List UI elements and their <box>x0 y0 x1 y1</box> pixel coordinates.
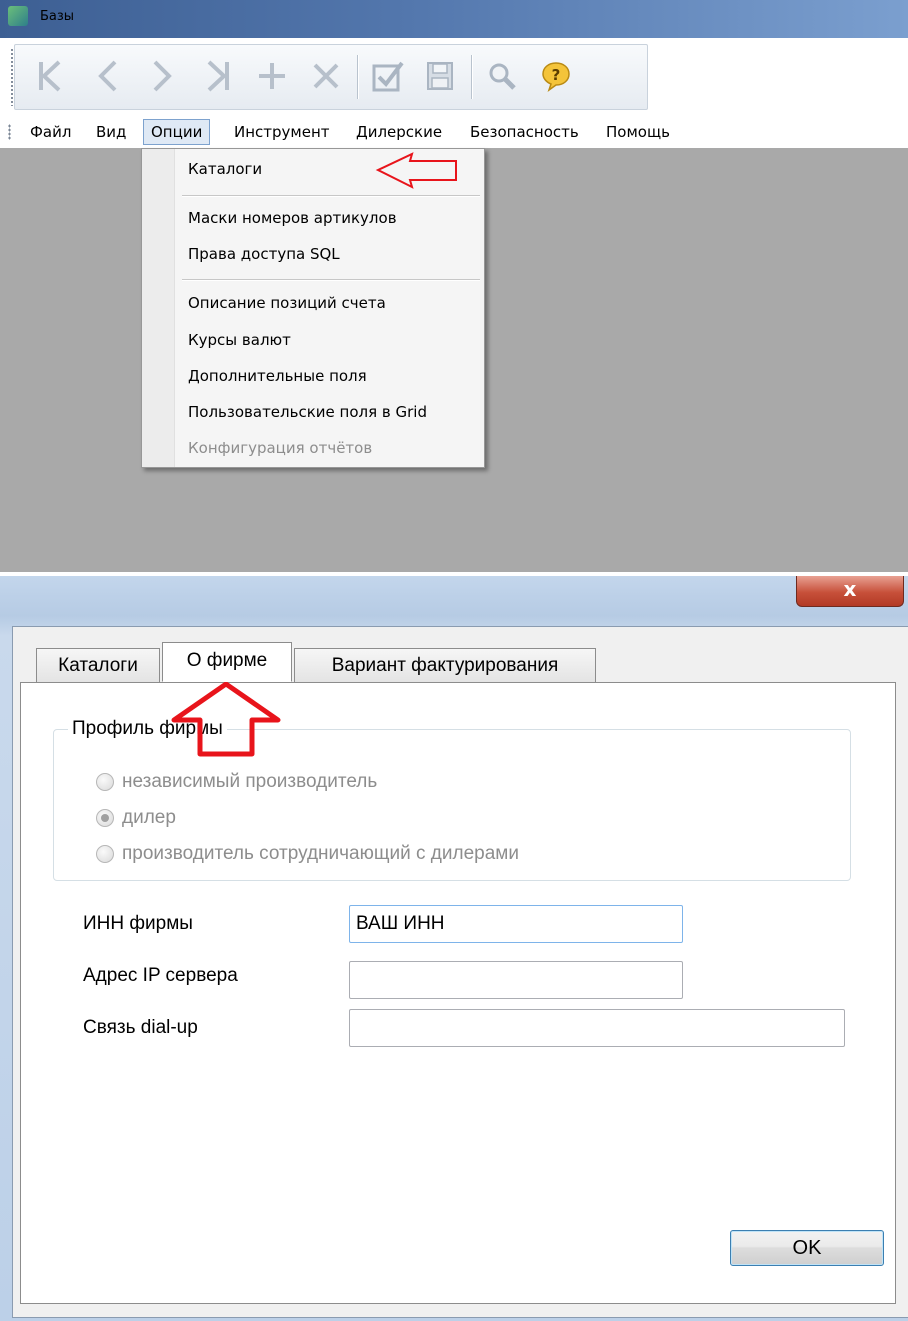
annotation-arrow-left-icon <box>375 152 457 189</box>
radio-independent-manufacturer: независимый производитель <box>96 768 377 796</box>
tab-about-company[interactable]: О фирме <box>162 642 292 682</box>
menu-tools[interactable]: Инструмент <box>232 120 332 144</box>
add-record-button[interactable] <box>251 53 293 99</box>
company-settings-dialog: x Каталоги О фирме Вариант фактурировани… <box>0 576 908 1321</box>
menu-security[interactable]: Безопасность <box>468 120 581 144</box>
server-ip-input[interactable] <box>349 961 683 999</box>
menu-item-grid-custom-fields[interactable]: Пользовательские поля в Grid <box>188 397 427 427</box>
menu-icon-gutter <box>142 149 175 467</box>
menu-options[interactable]: Опции <box>143 119 211 145</box>
radio-dealer: дилер <box>96 804 176 832</box>
dialup-label: Связь dial-up <box>83 1017 198 1038</box>
radio-label: независимый производитель <box>122 771 378 792</box>
menu-item-catalogs[interactable]: Каталоги <box>188 154 262 184</box>
menu-grip[interactable] <box>8 124 11 140</box>
toolbar-separator <box>357 55 358 99</box>
radio-cooperating-manufacturer: производитель сотрудничающий с дилерами <box>96 840 519 868</box>
menu-item-report-config: Конфигурация отчётов <box>188 439 373 457</box>
first-record-icon <box>39 60 61 92</box>
save-floppy-icon <box>427 62 453 90</box>
search-button[interactable] <box>481 53 523 99</box>
menu-file[interactable]: Файл <box>28 120 73 144</box>
last-record-icon <box>207 60 229 92</box>
delete-record-button[interactable] <box>305 53 347 99</box>
radio-label: производитель сотрудничающий с дилерами <box>122 843 519 864</box>
svg-text:?: ? <box>552 66 561 84</box>
menu-item-extra-fields[interactable]: Дополнительные поля <box>188 361 367 391</box>
menu-item-exchange-rates[interactable]: Курсы валют <box>188 325 291 355</box>
window-title: Базы <box>40 9 75 24</box>
menu-item-invoice-positions[interactable]: Описание позиций счета <box>188 288 386 318</box>
confirm-checkbox-icon <box>372 61 404 92</box>
help-button[interactable]: ? <box>535 53 577 99</box>
last-record-button[interactable] <box>197 53 239 99</box>
menu-help[interactable]: Помощь <box>604 120 672 144</box>
dialup-input[interactable] <box>349 1009 845 1047</box>
radio-button <box>96 773 114 791</box>
inn-label: ИНН фирмы <box>83 913 193 934</box>
server-ip-label: Адрес IP сервера <box>83 965 238 986</box>
menu-bar: Файл Вид Опции Инструмент Дилерские Безо… <box>0 116 908 148</box>
menu-item-article-masks[interactable]: Маски номеров артикулов <box>188 203 397 233</box>
first-record-button[interactable] <box>29 53 71 99</box>
next-record-icon <box>153 60 172 92</box>
close-button[interactable]: x <box>796 576 904 607</box>
confirm-button[interactable] <box>367 53 409 99</box>
add-record-icon <box>259 63 285 89</box>
tab-catalogs[interactable]: Каталоги <box>36 648 160 682</box>
tab-invoicing-variant[interactable]: Вариант фактурирования <box>294 648 596 682</box>
menu-item-sql-access-rights[interactable]: Права доступа SQL <box>188 239 340 269</box>
save-button[interactable] <box>419 53 461 99</box>
previous-record-button[interactable] <box>87 53 129 99</box>
toolbar-separator <box>471 55 472 99</box>
radio-button-checked <box>96 809 114 827</box>
previous-record-icon <box>98 60 117 92</box>
options-dropdown-menu: Каталоги Маски номеров артикулов Права д… <box>141 148 485 468</box>
ok-button[interactable]: OK <box>730 1230 884 1266</box>
search-magnifier-icon <box>489 63 516 90</box>
help-bubble-icon: ? <box>542 62 570 92</box>
navigation-toolbar: ? <box>14 44 648 110</box>
radio-label: дилер <box>122 807 176 828</box>
menu-dealers[interactable]: Дилерские <box>354 120 444 144</box>
app-icon <box>8 6 28 26</box>
close-icon: x <box>843 577 857 601</box>
main-app-window: Базы ? Файл Вид Опции Инструмент Дилерск… <box>0 0 908 572</box>
menu-view[interactable]: Вид <box>94 120 128 144</box>
delete-record-icon <box>313 63 339 89</box>
menu-separator <box>182 279 480 280</box>
menu-separator <box>182 195 480 196</box>
title-bar: Базы <box>0 0 908 38</box>
next-record-button[interactable] <box>141 53 183 99</box>
radio-button <box>96 845 114 863</box>
tab-page-about-company: Профиль фирмы независимый производитель … <box>20 682 896 1304</box>
inn-input[interactable] <box>349 905 683 943</box>
annotation-arrow-up-icon <box>171 681 281 757</box>
